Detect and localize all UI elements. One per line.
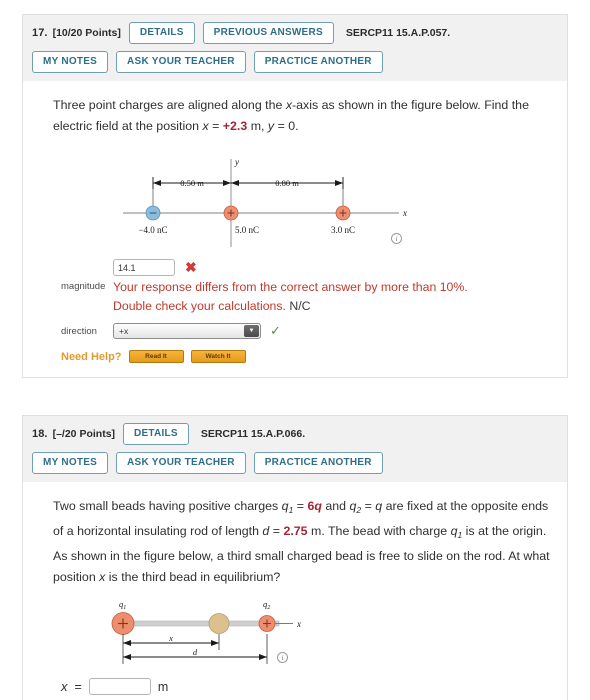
my-notes-button-18[interactable]: MY NOTES bbox=[32, 452, 109, 474]
details-button-17[interactable]: DETAILS bbox=[128, 22, 195, 44]
q18-t1: Two small beads having positive charges bbox=[53, 499, 282, 513]
q18-v3: 2.75 bbox=[283, 524, 308, 538]
problem-18-header-row-1: 18. [–/20 Points] DETAILS SERCP11 15.A.P… bbox=[32, 423, 558, 445]
magnitude-input[interactable] bbox=[113, 259, 175, 276]
practice-another-button-17[interactable]: PRACTICE ANOTHER bbox=[253, 51, 383, 73]
figure18-q2-label: q2 bbox=[263, 599, 270, 611]
ask-your-teacher-button-18[interactable]: ASK YOUR TEACHER bbox=[116, 452, 246, 474]
problem-17-code: SERCP11 15.A.P.057. bbox=[345, 27, 451, 39]
x-answer-label: x bbox=[61, 679, 68, 694]
q18-eq3: = bbox=[269, 524, 284, 538]
problem-18-code: SERCP11 15.A.P.066. bbox=[200, 428, 306, 440]
x-answer-input[interactable] bbox=[88, 678, 151, 695]
problem-17-number: 17. bbox=[32, 27, 48, 39]
feedback-line-1: Your response differs from the correct a… bbox=[113, 280, 468, 294]
previous-answers-button-17[interactable]: PREVIOUS ANSWERS bbox=[202, 22, 334, 44]
problem-18-header: 18. [–/20 Points] DETAILS SERCP11 15.A.P… bbox=[22, 415, 568, 482]
problem-18-figure: x q1 q2 x d i bbox=[53, 596, 551, 676]
problem-17-header-row-2: MY NOTES ASK YOUR TEACHER PRACTICE ANOTH… bbox=[32, 51, 558, 73]
q18-q1b: q bbox=[450, 524, 458, 538]
direction-select[interactable]: +x ▼ bbox=[113, 323, 261, 339]
figure17-dim-left: 0.50 m bbox=[180, 178, 204, 188]
figure17-dim-right: 0.80 m bbox=[275, 178, 299, 188]
q17-text-part3: m, bbox=[247, 119, 268, 133]
figure17-y-label: y bbox=[234, 157, 239, 167]
problem-17-question-text: Three point charges are aligned along th… bbox=[53, 95, 551, 137]
read-it-button-17[interactable]: Read It bbox=[128, 350, 184, 363]
q18-t6: is the third bead in equilibrium? bbox=[105, 570, 281, 584]
problem-17-need-help: Need Help? Read It Watch It bbox=[53, 350, 551, 363]
q17-eq2: = 0. bbox=[274, 119, 299, 133]
magnitude-feedback: Your response differs from the correct a… bbox=[113, 278, 468, 316]
q17-text-part1: Three point charges are aligned along th… bbox=[53, 98, 286, 112]
problem-18-header-row-2: MY NOTES ASK YOUR TEACHER PRACTICE ANOTH… bbox=[32, 452, 558, 474]
figure17-info-icon[interactable]: i bbox=[391, 233, 402, 244]
problem-17-body: Three point charges are aligned along th… bbox=[22, 81, 568, 378]
rod-beads-diagram: x q1 q2 x d bbox=[111, 599, 301, 664]
direction-correct-icon: ✓ bbox=[270, 323, 281, 338]
three-charges-diagram: y x 0.50 m 0.80 m −4.0 nC 5.0 nC 3.0 nC bbox=[123, 157, 407, 247]
problem-17-header: 17. [10/20 Points] DETAILS PREVIOUS ANSW… bbox=[22, 14, 568, 81]
figure18-dim-x: x bbox=[168, 633, 173, 643]
q18-t4: m. The bead with charge bbox=[307, 524, 451, 538]
problem-18-number: 18. bbox=[32, 428, 48, 440]
problem-18-points: [–/20 Points] bbox=[52, 428, 116, 440]
need-help-label-17: Need Help? bbox=[61, 350, 122, 363]
problem-18-body: Two small beads having positive charges … bbox=[22, 482, 568, 700]
chevron-down-icon[interactable]: ▼ bbox=[244, 325, 259, 337]
magnitude-incorrect-icon: ✖ bbox=[185, 259, 197, 275]
figure18-x-axis-label: x bbox=[296, 619, 301, 629]
direction-label: direction bbox=[61, 325, 97, 337]
problem-17-answer-area: ✖ magnitude Your response differs from t… bbox=[53, 259, 551, 339]
details-button-18[interactable]: DETAILS bbox=[123, 423, 189, 445]
feedback-unit: N/C bbox=[289, 299, 311, 313]
figure17-charge2-label: 5.0 nC bbox=[235, 225, 259, 235]
figure17-charge1-label: −4.0 nC bbox=[138, 225, 167, 235]
direction-row: direction +x ▼ ✓ bbox=[61, 323, 551, 339]
magnitude-input-row: ✖ bbox=[61, 259, 551, 276]
magnitude-label-spacer bbox=[61, 259, 113, 262]
q18-eq2: = bbox=[361, 499, 376, 513]
problem-spacer bbox=[0, 378, 590, 415]
figure18-dim-d: d bbox=[193, 647, 198, 657]
page-root: 17. [10/20 Points] DETAILS PREVIOUS ANSW… bbox=[0, 0, 590, 700]
magnitude-label: magnitude bbox=[61, 281, 106, 292]
q18-eq1: = bbox=[293, 499, 308, 513]
feedback-line-2: Double check your calculations. bbox=[113, 299, 286, 313]
problem-18: 18. [–/20 Points] DETAILS SERCP11 15.A.P… bbox=[22, 415, 568, 700]
problem-17: 17. [10/20 Points] DETAILS PREVIOUS ANSW… bbox=[22, 14, 568, 378]
problem-17-header-row-1: 17. [10/20 Points] DETAILS PREVIOUS ANSW… bbox=[32, 22, 558, 44]
figure18-q1-label: q1 bbox=[119, 599, 126, 611]
q17-x-value: +2.3 bbox=[222, 119, 248, 133]
magnitude-feedback-row: magnitude Your response differs from the… bbox=[61, 278, 551, 316]
figure17-charge3-label: 3.0 nC bbox=[331, 225, 355, 235]
q18-q1: q bbox=[281, 499, 289, 513]
figure17-x-label: x bbox=[402, 208, 407, 218]
x-answer-unit: m bbox=[157, 679, 169, 694]
problem-17-points: [10/20 Points] bbox=[52, 27, 121, 39]
q18-v1-sym: q bbox=[314, 499, 322, 513]
problem-17-figure: y x 0.50 m 0.80 m −4.0 nC 5.0 nC 3.0 nC … bbox=[53, 147, 551, 255]
ask-your-teacher-button-17[interactable]: ASK YOUR TEACHER bbox=[116, 51, 246, 73]
top-spacer bbox=[0, 0, 590, 14]
problem-18-answer-row: x = m bbox=[53, 678, 551, 695]
q18-t2: and bbox=[321, 499, 350, 513]
problem-18-question-text: Two small beads having positive charges … bbox=[53, 496, 551, 588]
practice-another-button-18[interactable]: PRACTICE ANOTHER bbox=[253, 452, 383, 474]
q17-eq1: = bbox=[208, 119, 223, 133]
watch-it-button-17[interactable]: Watch It bbox=[190, 350, 246, 363]
direction-selected-value: +x bbox=[119, 326, 129, 336]
figure18-info-icon[interactable]: i bbox=[277, 652, 288, 663]
my-notes-button-17[interactable]: MY NOTES bbox=[32, 51, 109, 73]
x-answer-equals: = bbox=[74, 679, 82, 694]
